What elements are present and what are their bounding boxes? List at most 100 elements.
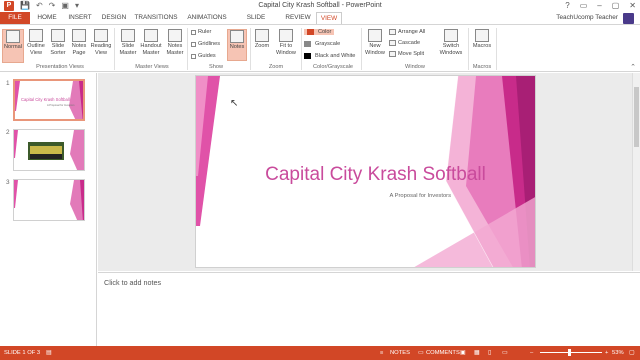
tab-file[interactable]: FILE bbox=[0, 12, 30, 24]
move-split-icon bbox=[389, 51, 396, 57]
new-window-icon bbox=[368, 29, 382, 42]
zoom-in-icon[interactable]: + bbox=[605, 350, 608, 356]
notes-page-button[interactable]: Notes Page bbox=[69, 29, 89, 56]
zoom-slider-knob[interactable] bbox=[568, 349, 571, 356]
notes-pane[interactable]: Click to add notes bbox=[98, 272, 640, 346]
notes-toggle-button[interactable]: Notes bbox=[227, 29, 247, 61]
slide-thumbnail-2[interactable] bbox=[13, 129, 85, 171]
tab-slide-show[interactable]: SLIDE SHOW bbox=[236, 12, 276, 33]
tab-home[interactable]: HOME bbox=[34, 12, 60, 24]
zoom-level[interactable]: 53% bbox=[612, 350, 624, 356]
tab-animations[interactable]: ANIMATIONS bbox=[186, 12, 228, 24]
slide-sorter-status-icon[interactable]: ▦ bbox=[474, 350, 479, 356]
title-bar: P 💾 ↶ ↷ ▣ ▾ Capital City Krash Softball … bbox=[0, 0, 640, 12]
macros-button[interactable]: Macros bbox=[471, 29, 493, 50]
grayscale-swatch-icon bbox=[304, 41, 311, 47]
outline-view-button[interactable]: Outline View bbox=[25, 29, 47, 56]
user-name[interactable]: TeachUcomp Teacher bbox=[556, 14, 618, 21]
show-label: Show bbox=[209, 64, 223, 70]
scrollbar-thumb[interactable] bbox=[634, 87, 639, 147]
slide-thumbnail-1[interactable]: Capital City Krash Softball A Proposal f… bbox=[13, 79, 85, 121]
color-button[interactable]: Color bbox=[304, 29, 335, 35]
mouse-cursor-icon: ↖ bbox=[230, 98, 239, 109]
arrange-all-button[interactable]: Arrange All bbox=[389, 29, 425, 35]
slide-thumbnail-3[interactable] bbox=[13, 179, 85, 221]
avatar[interactable] bbox=[623, 13, 634, 24]
status-notes-button[interactable]: NOTES bbox=[390, 350, 410, 356]
switch-windows-button[interactable]: Switch Windows bbox=[436, 29, 466, 56]
zoom-button[interactable]: Zoom bbox=[253, 29, 271, 50]
window-title: Capital City Krash Softball - PowerPoint bbox=[258, 2, 382, 9]
slide-subtitle[interactable]: A Proposal for Investors bbox=[389, 193, 451, 199]
thumb1-title: Capital City Krash Softball bbox=[21, 97, 70, 102]
window-controls: ? ▭ – ▢ ✕ bbox=[565, 1, 636, 10]
gridlines-checkbox[interactable]: Gridlines bbox=[191, 41, 220, 47]
slide-editing-area: Capital City Krash Softball A Proposal f… bbox=[98, 73, 632, 271]
vertical-scrollbar[interactable] bbox=[632, 73, 640, 271]
checkbox-icon bbox=[191, 29, 196, 35]
zoom-out-icon[interactable]: – bbox=[530, 350, 533, 356]
handout-master-icon bbox=[144, 29, 158, 42]
slide-sorter-button[interactable]: Slide Sorter bbox=[48, 29, 68, 56]
cascade-icon bbox=[389, 40, 396, 46]
thumb3-graphic bbox=[14, 180, 84, 220]
powerpoint-window: P 💾 ↶ ↷ ▣ ▾ Capital City Krash Softball … bbox=[0, 0, 640, 360]
group-divider bbox=[114, 28, 115, 70]
notes-master-button[interactable]: Notes Master bbox=[164, 29, 186, 56]
master-views-label: Master Views bbox=[135, 64, 169, 70]
ribbon-display-icon[interactable]: ▭ bbox=[580, 1, 588, 10]
zoom-slider-track[interactable] bbox=[540, 352, 602, 353]
thumb-number: 2 bbox=[6, 129, 10, 136]
collapse-ribbon-icon[interactable]: ⌃ bbox=[630, 63, 636, 71]
reading-view-button[interactable]: Reading View bbox=[90, 29, 112, 56]
tab-design[interactable]: DESIGN bbox=[100, 12, 128, 24]
black-white-swatch-icon bbox=[304, 53, 311, 59]
grayscale-button[interactable]: Grayscale bbox=[304, 41, 340, 47]
group-divider bbox=[496, 28, 497, 70]
thumb-number: 1 bbox=[6, 80, 10, 87]
arrange-all-icon bbox=[389, 29, 396, 35]
fit-to-window-button[interactable]: Fit to Window bbox=[273, 29, 299, 56]
normal-view-button[interactable]: Normal bbox=[2, 29, 24, 63]
ribbon-view: Normal Outline View Slide Sorter Notes P… bbox=[0, 24, 640, 72]
current-slide[interactable]: Capital City Krash Softball A Proposal f… bbox=[195, 75, 536, 268]
new-window-button[interactable]: New Window bbox=[364, 29, 386, 56]
checkbox-icon bbox=[191, 41, 196, 47]
notes-toggle-icon[interactable]: ≡ bbox=[380, 350, 383, 356]
group-divider bbox=[187, 28, 188, 70]
ruler-checkbox[interactable]: Ruler bbox=[191, 29, 211, 35]
window-label: Window bbox=[405, 64, 425, 70]
close-icon[interactable]: ✕ bbox=[629, 1, 636, 10]
thumb-number: 3 bbox=[6, 179, 10, 186]
tab-insert[interactable]: INSERT bbox=[66, 12, 94, 24]
black-and-white-button[interactable]: Black and White bbox=[304, 53, 355, 59]
fit-to-window-icon bbox=[279, 29, 293, 42]
color-grayscale-label: Color/Grayscale bbox=[312, 64, 354, 70]
presentation-views-label: Presentation Views bbox=[36, 64, 84, 70]
handout-master-button[interactable]: Handout Master bbox=[139, 29, 163, 56]
move-split-button[interactable]: Move Split bbox=[389, 51, 424, 57]
tab-transitions[interactable]: TRANSITIONS bbox=[134, 12, 178, 24]
maximize-icon[interactable]: ▢ bbox=[612, 1, 620, 10]
magnifier-icon bbox=[255, 29, 269, 42]
status-comments-button[interactable]: COMMENTS bbox=[426, 350, 460, 356]
minimize-icon[interactable]: – bbox=[597, 1, 601, 10]
cascade-button[interactable]: Cascade bbox=[389, 40, 420, 46]
comments-icon[interactable]: ▭ bbox=[418, 350, 423, 356]
guides-checkbox[interactable]: Guides bbox=[191, 53, 216, 59]
normal-view-status-icon[interactable]: ▣ bbox=[460, 350, 465, 356]
slide-master-button[interactable]: Slide Master bbox=[117, 29, 139, 56]
spelling-icon[interactable]: ▤ bbox=[46, 350, 51, 356]
slide-counter: SLIDE 1 OF 3 bbox=[4, 350, 41, 356]
fit-slide-icon[interactable]: ▢ bbox=[629, 350, 634, 356]
slideshow-status-icon[interactable]: ▭ bbox=[502, 350, 507, 356]
help-icon[interactable]: ? bbox=[565, 1, 569, 10]
tab-review[interactable]: REVIEW bbox=[284, 12, 312, 24]
notes-page-icon bbox=[72, 29, 86, 42]
slide-title[interactable]: Capital City Krash Softball bbox=[196, 164, 535, 186]
slide-master-icon bbox=[121, 29, 135, 42]
zoom-label: Zoom bbox=[268, 64, 284, 70]
reading-view-status-icon[interactable]: ▯ bbox=[488, 350, 491, 356]
notes-icon bbox=[230, 30, 244, 43]
notes-placeholder[interactable]: Click to add notes bbox=[104, 278, 161, 287]
